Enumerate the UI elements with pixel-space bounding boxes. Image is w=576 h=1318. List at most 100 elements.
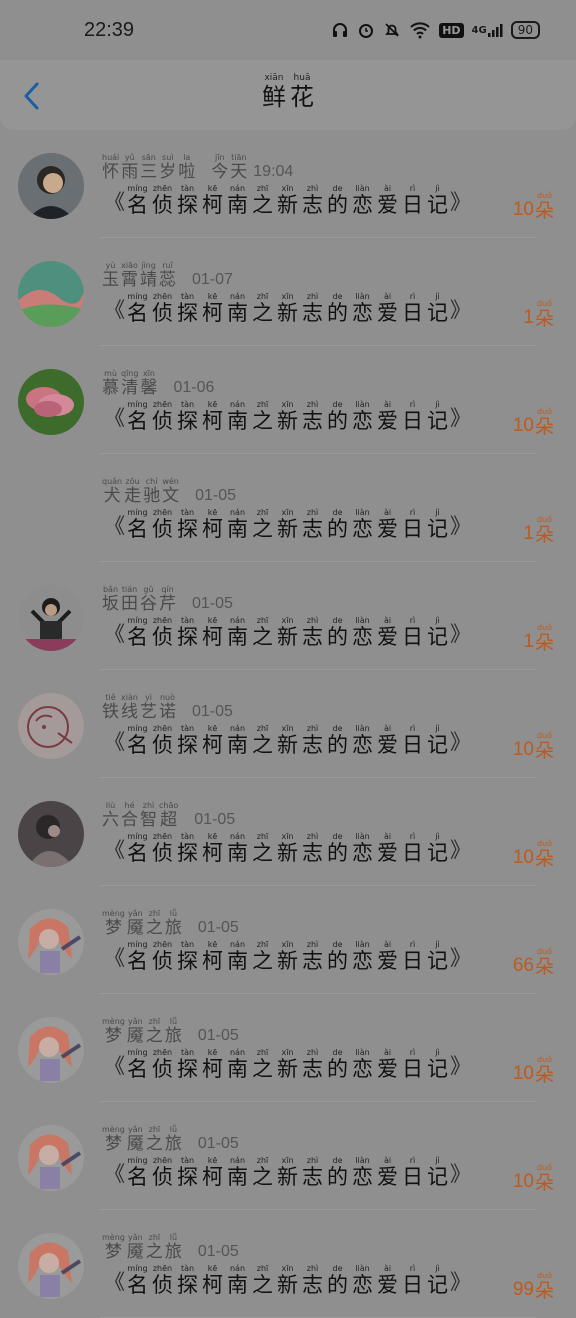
avatar[interactable]	[18, 909, 84, 975]
sender-name[interactable]: liù 六 hé 合 zhì 智 chāo 超	[102, 802, 178, 829]
hanzi: 谷	[140, 594, 157, 614]
hanzi: 爱	[377, 733, 398, 757]
list-item[interactable]: mèng 梦 yǎn 魇 zhī 之 lǚ 旅 01-05 《 míng 名 zhēn 侦 tàn 探 kē 柯 n…	[0, 1210, 576, 1318]
sender-name[interactable]: bǎn 坂 tián 田 gǔ 谷 qín 芹	[102, 586, 176, 613]
sender-meta: tiě 铁 xiàn 线 yì 艺 nuò 诺 01-05	[102, 694, 233, 721]
avatar[interactable]	[18, 693, 84, 759]
sender-name[interactable]: huái 怀 yǔ 雨 sān 三 suì 岁 la 啦	[102, 154, 195, 181]
flower-count: 10 duǒ 朵	[513, 192, 554, 221]
pinyin: rì	[409, 724, 416, 733]
avatar[interactable]	[18, 1233, 84, 1299]
avatar[interactable]	[18, 369, 84, 435]
book-title[interactable]: 《 míng 名 zhēn 侦 tàn 探 kē 柯 nán 南 zhī 之 xīn 新 zhì 志 de 的 lià…	[104, 617, 471, 648]
book-title[interactable]: 《 míng 名 zhēn 侦 tàn 探 kē 柯 nán 南 zhī 之 xīn 新 zhì 志 de 的 lià…	[104, 941, 471, 972]
book-char: de 的	[325, 509, 350, 540]
list-item[interactable]: mù 慕 qīng 清 xīn 馨 01-06 《 míng 名 zhēn 侦 tàn 探 kē 柯 nán 南 z…	[0, 346, 576, 454]
flower-count-number: 1	[523, 631, 534, 652]
hanzi: 爱	[377, 193, 398, 217]
list-item[interactable]: tiě 铁 xiàn 线 yì 艺 nuò 诺 01-05 《 míng 名 zhēn 侦 tàn 探 kē 柯 n…	[0, 670, 576, 778]
sender-name[interactable]: mèng 梦 yǎn 魇 zhī 之 lǚ 旅	[102, 1234, 182, 1261]
book-title[interactable]: 《 míng 名 zhēn 侦 tàn 探 kē 柯 nán 南 zhī 之 xīn 新 zhì 志 de 的 lià…	[104, 833, 471, 864]
book-title[interactable]: 《 míng 名 zhēn 侦 tàn 探 kē 柯 nán 南 zhī 之 xīn 新 zhì 志 de 的 lià…	[104, 185, 471, 216]
book-char: jì 记	[425, 1049, 450, 1080]
name-char: mèng 梦	[102, 1126, 125, 1153]
book-char: zhēn 侦	[150, 1049, 175, 1080]
sender-name[interactable]: mù 慕 qīng 清 xīn 馨	[102, 370, 157, 397]
sender-name[interactable]: mèng 梦 yǎn 魇 zhī 之 lǚ 旅	[102, 1126, 182, 1153]
book-char: ài 爱	[375, 1157, 400, 1188]
book-char: tàn 探	[175, 725, 200, 756]
pinyin: liàn	[355, 616, 370, 625]
pinyin: liù	[105, 801, 116, 810]
book-title[interactable]: 《 míng 名 zhēn 侦 tàn 探 kē 柯 nán 南 zhī 之 xīn 新 zhì 志 de 的 lià…	[104, 401, 471, 432]
hanzi: 新	[277, 517, 298, 541]
avatar[interactable]	[18, 261, 84, 327]
pinyin: zhēn	[152, 1156, 173, 1165]
pinyin: rì	[409, 832, 416, 841]
book-char: nán 南	[225, 725, 250, 756]
pinyin: kē	[207, 940, 218, 949]
book-char: rì 日	[400, 1265, 425, 1296]
book-char: ài 爱	[375, 1049, 400, 1080]
list-item[interactable]: bǎn 坂 tián 田 gǔ 谷 qín 芹 01-05 《 míng 名 zhēn 侦 tàn 探 kē 柯 n…	[0, 562, 576, 670]
pinyin: zhī	[148, 909, 161, 918]
sender-name[interactable]: quǎn 犬 zǒu 走 chí 驰 wén 文	[102, 478, 179, 505]
hanzi: 恋	[352, 1273, 373, 1297]
book-title[interactable]: 《 míng 名 zhēn 侦 tàn 探 kē 柯 nán 南 zhī 之 xīn 新 zhì 志 de 的 lià…	[104, 725, 471, 756]
hanzi: 走	[124, 486, 142, 506]
list-item[interactable]: yù 玉 xiāo 霄 jìng 靖 ruǐ 蕊 01-07 《 míng 名 zhēn 侦 tàn 探 kē 柯…	[0, 238, 576, 346]
hanzi: 馨	[140, 378, 158, 398]
pinyin: zhì	[306, 508, 319, 517]
sender-name[interactable]: mèng 梦 yǎn 魇 zhī 之 lǚ 旅	[102, 1018, 182, 1045]
avatar[interactable]	[18, 801, 84, 867]
sent-date: 01-05	[194, 811, 236, 828]
flower-count-number: 10	[512, 1171, 534, 1192]
hanzi: 南	[227, 1273, 248, 1297]
pinyin: zhì	[306, 400, 319, 409]
list-item[interactable]: quǎn 犬 zǒu 走 chí 驰 wén 文 01-05 《 míng 名 zhēn 侦 tàn 探 kē 柯…	[0, 454, 576, 562]
pinyin: xīn	[281, 1048, 294, 1057]
list-item[interactable]: mèng 梦 yǎn 魇 zhī 之 lǚ 旅 01-05 《 míng 名 zhēn 侦 tàn 探 kē 柯 n…	[0, 994, 576, 1102]
sent-date: 01-06	[173, 379, 215, 396]
avatar[interactable]	[18, 1017, 84, 1083]
book-char: kē 柯	[200, 185, 225, 216]
book-title[interactable]: 《 míng 名 zhēn 侦 tàn 探 kē 柯 nán 南 zhī 之 xīn 新 zhì 志 de 的 lià…	[104, 509, 471, 540]
pinyin: chí	[145, 477, 158, 486]
pinyin: qín	[161, 585, 174, 594]
list-item[interactable]: liù 六 hé 合 zhì 智 chāo 超 01-05 《 míng 名 zhēn 侦 tàn 探 kē 柯 n…	[0, 778, 576, 886]
pinyin: xīn	[281, 832, 294, 841]
pinyin: lǚ	[169, 1125, 178, 1134]
sender-name[interactable]: mèng 梦 yǎn 魇 zhī 之 lǚ 旅	[102, 910, 182, 937]
book-char: de 的	[325, 401, 350, 432]
list-item[interactable]: mèng 梦 yǎn 魇 zhī 之 lǚ 旅 01-05 《 míng 名 zhēn 侦 tàn 探 kē 柯 n…	[0, 1102, 576, 1210]
sender-name[interactable]: yù 玉 xiāo 霄 jìng 靖 ruǐ 蕊	[102, 262, 176, 289]
avatar[interactable]	[18, 585, 84, 651]
hanzi: 侦	[152, 1273, 173, 1297]
book-char: xīn 新	[275, 1157, 300, 1188]
pinyin: zhì	[306, 1048, 319, 1057]
avatar[interactable]	[18, 153, 84, 219]
list-item[interactable]: mèng 梦 yǎn 魇 zhī 之 lǚ 旅 01-05 《 míng 名 zhēn 侦 tàn 探 kē 柯 n…	[0, 886, 576, 994]
avatar[interactable]	[18, 1125, 84, 1191]
book-char: tàn 探	[175, 1265, 200, 1296]
hanzi: 柯	[202, 625, 223, 649]
pinyin: liàn	[355, 1264, 370, 1273]
book-title[interactable]: 《 míng 名 zhēn 侦 tàn 探 kē 柯 nán 南 zhī 之 xīn 新 zhì 志 de 的 lià…	[104, 1157, 471, 1188]
book-title[interactable]: 《 míng 名 zhēn 侦 tàn 探 kē 柯 nán 南 zhī 之 xīn 新 zhì 志 de 的 lià…	[104, 1265, 471, 1296]
avatar[interactable]	[18, 477, 84, 543]
book-title[interactable]: 《 míng 名 zhēn 侦 tàn 探 kē 柯 nán 南 zhī 之 xīn 新 zhì 志 de 的 lià…	[104, 293, 471, 324]
sent-date: 01-07	[192, 271, 233, 288]
pinyin: quǎn	[102, 477, 123, 486]
pinyin: ài	[383, 940, 392, 949]
list-item[interactable]: huái 怀 yǔ 雨 sān 三 suì 岁 la 啦 jīn 今 tiān 天 19:04 《 míng 名 z…	[0, 130, 576, 238]
hanzi: 侦	[152, 301, 173, 325]
hanzi: 记	[427, 517, 448, 541]
hanzi: 新	[277, 301, 298, 325]
signal-icon: 4G	[472, 22, 503, 38]
pinyin: kē	[207, 184, 218, 193]
name-char: xīn 馨	[140, 370, 157, 397]
pinyin: ruǐ	[162, 261, 173, 270]
sender-name[interactable]: tiě 铁 xiàn 线 yì 艺 nuò 诺	[102, 694, 176, 721]
pinyin: zhēn	[152, 832, 173, 841]
book-title[interactable]: 《 míng 名 zhēn 侦 tàn 探 kē 柯 nán 南 zhī 之 xīn 新 zhì 志 de 的 lià…	[104, 1049, 471, 1080]
